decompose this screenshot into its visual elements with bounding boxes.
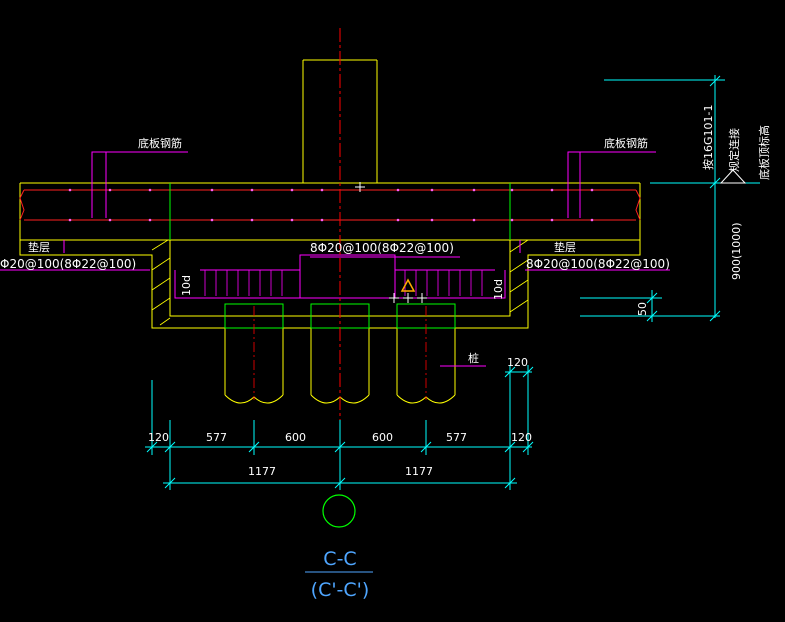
height-dimension-label: 900(1000) bbox=[730, 222, 743, 280]
bottom-elevation-label: 底板顶标高 bbox=[757, 125, 771, 180]
dim-row1-3: 600 bbox=[372, 431, 393, 444]
dimension-lines bbox=[145, 365, 534, 490]
section-subtitle: (C'-C') bbox=[311, 579, 370, 601]
plate-end-hooks bbox=[19, 189, 641, 221]
rebar-label-bottom-plate-left: 底板钢筋 bbox=[138, 136, 182, 150]
cushion-label-right: 垫层 bbox=[554, 240, 576, 254]
dim-row1-0: 120 bbox=[148, 431, 169, 444]
dim-row1-2: 600 bbox=[285, 431, 306, 444]
dim-120-side: 120 bbox=[507, 356, 528, 369]
plate-rebar-lines bbox=[24, 189, 636, 221]
rebar-label-left: Φ20@100(8Φ22@100) bbox=[0, 257, 136, 271]
cushion-hatch-left bbox=[151, 239, 171, 326]
section-title: C-C bbox=[323, 548, 356, 570]
rebar-label-right: 8Φ20@100(8Φ22@100) bbox=[526, 257, 670, 271]
rebar-label-bottom-plate-right: 底板钢筋 bbox=[604, 136, 648, 150]
dim-50-label: 50 bbox=[636, 302, 649, 316]
dim-row2-0: 1177 bbox=[248, 465, 276, 478]
dim-row1-1: 577 bbox=[206, 431, 227, 444]
cad-drawing-canvas: 底板钢筋 底板钢筋 垫层 垫层 Φ20@100(8Φ22@100) 8Φ20@1… bbox=[0, 28, 771, 601]
dim-row1-5: 120 bbox=[511, 431, 532, 444]
section-bubble bbox=[322, 494, 356, 528]
pit-rebar-ticks bbox=[204, 270, 483, 296]
pile-label: 桩 bbox=[468, 351, 479, 365]
rebar-label-middle: 8Φ20@100(8Φ22@100) bbox=[310, 241, 454, 255]
ref-connection: 规定连接 bbox=[727, 128, 741, 172]
elevation-dimension bbox=[580, 75, 760, 322]
dim-row1-4: 577 bbox=[446, 431, 467, 444]
dim-row2-1: 1177 bbox=[405, 465, 433, 478]
bottom-plate bbox=[19, 182, 641, 241]
plate-rebar-dots bbox=[68, 188, 594, 222]
cushion-hatch-right bbox=[509, 239, 529, 313]
warning-icon bbox=[400, 278, 416, 292]
ref-standard: 按16G101-1 bbox=[701, 105, 715, 170]
cushion-label-left: 垫层 bbox=[28, 240, 50, 254]
anchor-label-right: 10d bbox=[492, 279, 505, 300]
anchor-label-left: 10d bbox=[180, 275, 193, 296]
